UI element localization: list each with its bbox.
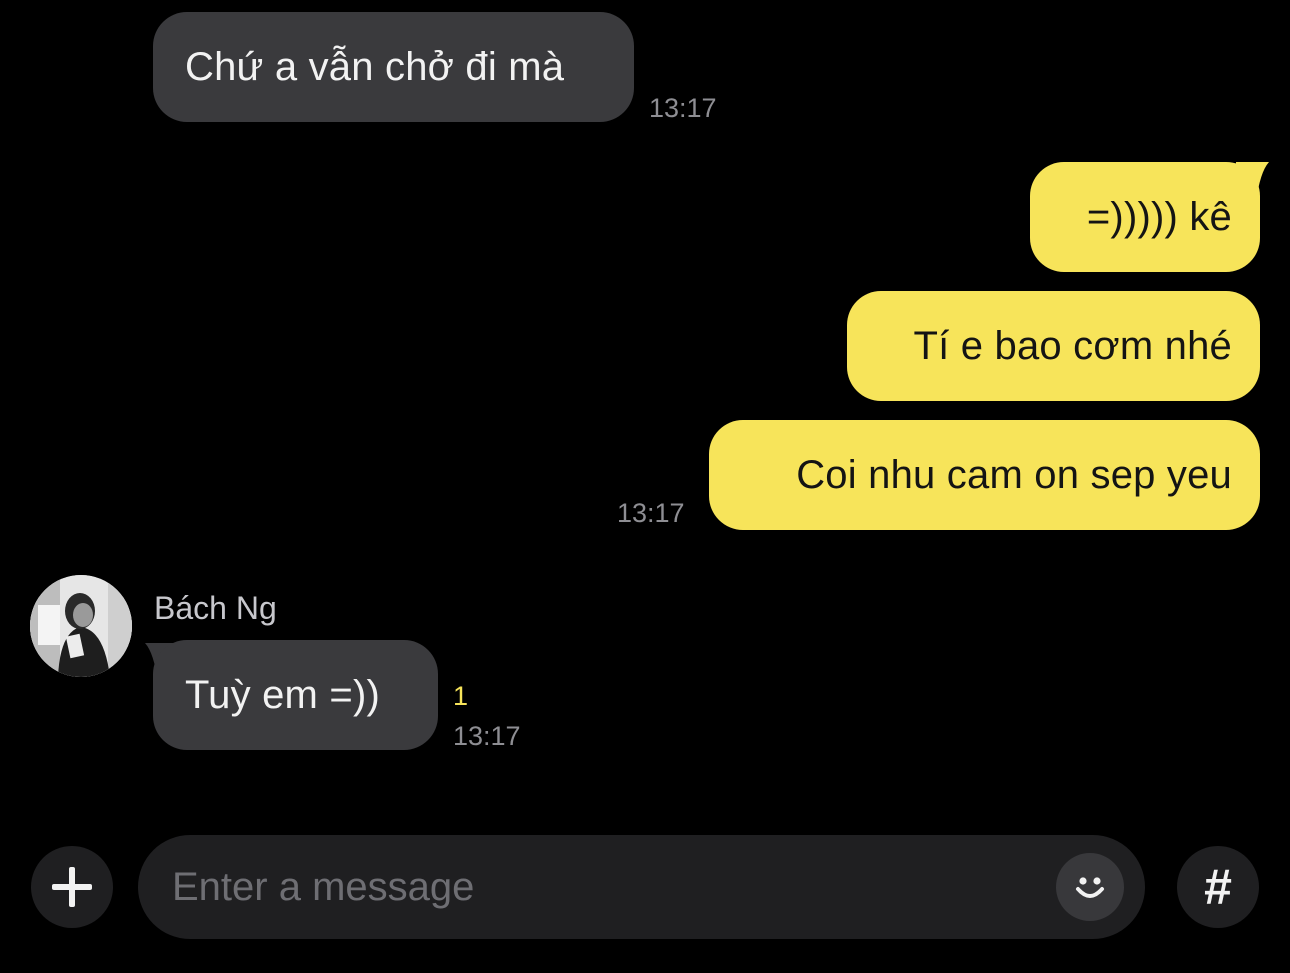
message-text: Chứ a vẫn chở đi mà <box>185 44 565 89</box>
bubble-tail <box>1236 162 1269 202</box>
avatar-photo-icon <box>30 575 132 677</box>
sender-name: Bách Ng <box>154 590 277 626</box>
sender-avatar[interactable] <box>30 575 132 677</box>
outgoing-message-bubble[interactable]: =))))) kê <box>1030 162 1260 272</box>
hashtag-button[interactable]: # <box>1177 846 1259 928</box>
message-text: Tí e bao cơm nhé <box>913 323 1232 368</box>
hash-icon: # <box>1204 859 1232 915</box>
message-input-container <box>138 835 1145 939</box>
message-timestamp: 13:17 <box>617 498 685 528</box>
plus-icon <box>52 867 92 907</box>
message-input[interactable] <box>172 835 1032 939</box>
smiley-icon <box>1076 877 1104 898</box>
unread-count: 1 <box>453 681 469 711</box>
message-timestamp: 13:17 <box>453 721 521 751</box>
message-text: =))))) kê <box>1086 194 1232 239</box>
emoji-button[interactable] <box>1056 853 1124 921</box>
message-text: Coi nhu cam on sep yeu <box>796 452 1232 497</box>
incoming-message-bubble[interactable]: Chứ a vẫn chở đi mà <box>153 12 634 122</box>
outgoing-message-bubble[interactable]: Tí e bao cơm nhé <box>847 291 1260 401</box>
incoming-message-bubble[interactable]: Tuỳ em =)) <box>153 640 438 750</box>
message-timestamp: 13:17 <box>649 93 717 123</box>
outgoing-message-bubble[interactable]: Coi nhu cam on sep yeu <box>709 420 1260 530</box>
chat-screen: Chứ a vẫn chở đi mà 13:17 =))))) kê Tí e… <box>0 0 1290 973</box>
attach-button[interactable] <box>31 846 113 928</box>
message-text: Tuỳ em =)) <box>185 672 380 717</box>
